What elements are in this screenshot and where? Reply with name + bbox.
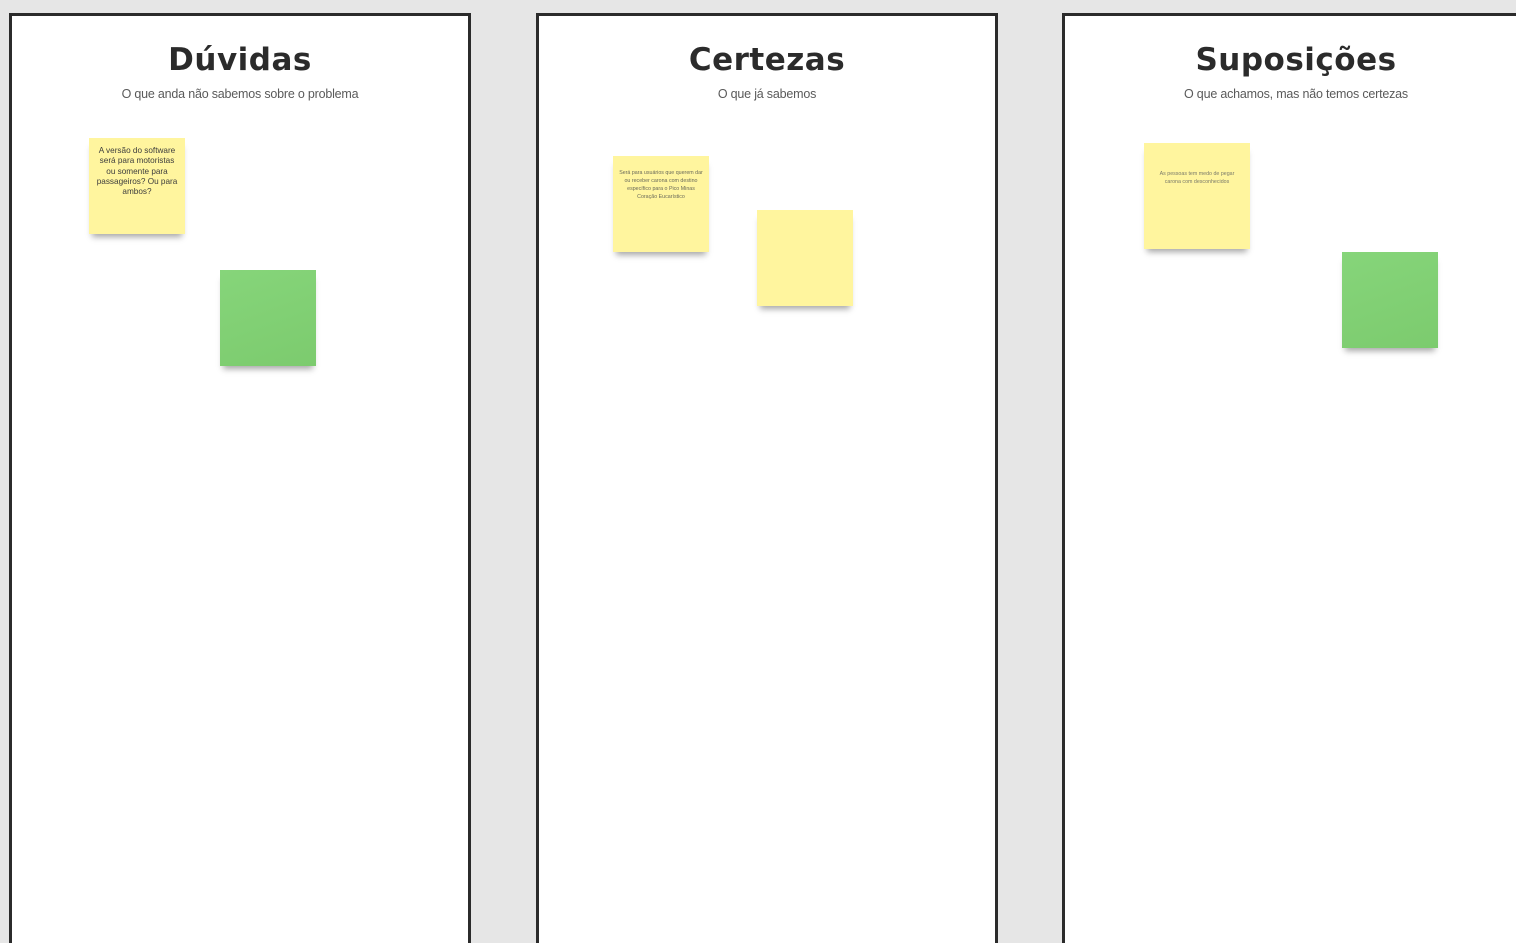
column-suposicoes[interactable]: Suposições O que achamos, mas não temos …	[1062, 13, 1516, 943]
sticky-note-yellow[interactable]: Será para usuários que querem dar ou rec…	[613, 156, 709, 252]
sticky-note-text: A versão do software será para motorista…	[96, 146, 178, 196]
column-title: Certezas	[688, 42, 846, 78]
column-duvidas[interactable]: Dúvidas O que anda não sabemos sobre o p…	[9, 13, 471, 943]
sticky-note-green[interactable]	[1342, 252, 1438, 348]
sticky-note-yellow[interactable]: As pessoas tem medo de pegar carona com …	[1144, 143, 1250, 249]
sticky-note-text: As pessoas tem medo de pegar carona com …	[1159, 171, 1235, 186]
column-subtitle: O que já sabemos	[717, 87, 817, 101]
whiteboard-canvas[interactable]: Dúvidas O que anda não sabemos sobre o p…	[0, 0, 1516, 943]
sticky-note-yellow[interactable]: A versão do software será para motorista…	[89, 138, 185, 234]
column-certezas[interactable]: Certezas O que já sabemos Será para usuá…	[536, 13, 998, 943]
sticky-note-yellow[interactable]	[757, 210, 853, 306]
sticky-note-text: Será para usuários que querem dar ou rec…	[619, 170, 703, 200]
column-subtitle: O que achamos, mas não temos certezas	[1184, 87, 1408, 101]
column-title: Dúvidas	[168, 42, 312, 78]
sticky-note-green[interactable]	[220, 270, 316, 366]
column-subtitle: O que anda não sabemos sobre o problema	[121, 87, 359, 101]
column-title: Suposições	[1195, 42, 1397, 78]
